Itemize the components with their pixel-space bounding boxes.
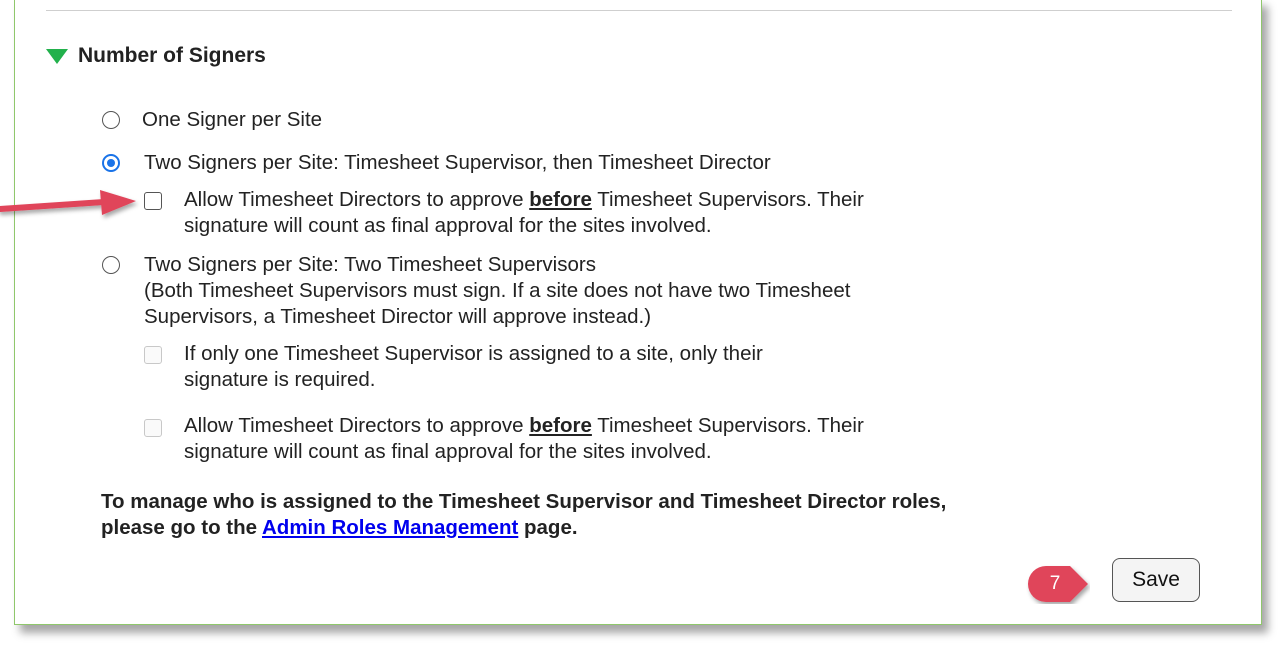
emphasis-before: before: [529, 414, 592, 437]
label-one-signer: One Signer per Site: [142, 108, 323, 131]
label-two-supervisors: Two Signers per Site: Two Timesheet Supe…: [144, 253, 596, 276]
annotation-arrow-icon: [0, 190, 136, 215]
label-directors-first-b-line2: signature will count as final approval f…: [184, 440, 712, 463]
radio-one-signer[interactable]: [102, 111, 120, 129]
section-title: Number of Signers: [78, 44, 266, 67]
label-directors-first-a: Allow Timesheet Directors to approve bef…: [184, 188, 864, 211]
expand-triangle-icon[interactable]: [46, 48, 68, 64]
admin-roles-link[interactable]: Admin Roles Management: [262, 516, 518, 539]
emphasis-before: before: [529, 188, 592, 211]
section-header[interactable]: Number of Signers: [46, 44, 266, 68]
radio-two-supervisors[interactable]: [102, 256, 120, 274]
step-badge-number: 7: [1049, 573, 1061, 594]
roles-note: To manage who is assigned to the Timeshe…: [101, 489, 946, 541]
checkbox-directors-first-b[interactable]: [144, 419, 162, 437]
checkbox-directors-first-a[interactable]: [144, 192, 162, 210]
save-button[interactable]: Save: [1112, 558, 1200, 602]
label-directors-first-b: Allow Timesheet Directors to approve bef…: [184, 414, 864, 437]
roles-note-line1: To manage who is assigned to the Timeshe…: [101, 490, 947, 513]
divider: [46, 10, 1232, 11]
label-only-one-supervisor-line2: signature is required.: [184, 368, 376, 391]
label-directors-first-a-line2: signature will count as final approval f…: [184, 214, 712, 237]
roles-note-line2: please go to the Admin Roles Management …: [101, 516, 578, 539]
label-only-one-supervisor: If only one Timesheet Supervisor is assi…: [184, 342, 763, 365]
label-two-supervisors-note1: (Both Timesheet Supervisors must sign. I…: [144, 279, 851, 302]
label-two-signers-director: Two Signers per Site: Timesheet Supervis…: [144, 151, 771, 174]
label-two-supervisors-note2: Supervisors, a Timesheet Director will a…: [144, 305, 652, 328]
radio-two-signers-director[interactable]: [102, 154, 120, 172]
checkbox-only-one-supervisor[interactable]: [144, 346, 162, 364]
